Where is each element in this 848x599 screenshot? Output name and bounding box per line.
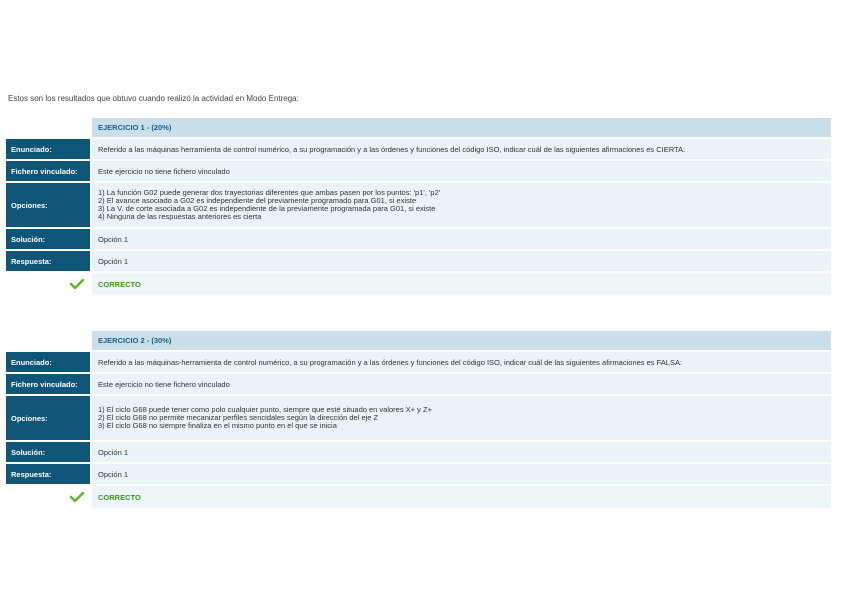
enunciado-row: Enunciado: Referido a las máquinas herra… <box>6 139 831 159</box>
option-item: 4) Ninguna de las respuestas anteriores … <box>98 212 262 221</box>
result-status: CORRECTO <box>92 486 831 508</box>
exercise-1: EJERCICIO 1 - (20%) Enunciado: Referido … <box>6 118 831 297</box>
result-row: CORRECTO <box>6 486 831 508</box>
fichero-value: Este ejercicio no tiene fichero vinculad… <box>92 374 831 394</box>
fichero-value: Este ejercicio no tiene fichero vinculad… <box>92 161 831 181</box>
solucion-value: Opción 1 <box>92 229 831 249</box>
enunciado-value: Referido a las máquinas herramienta de c… <box>92 139 831 159</box>
fichero-label: Fichero vinculado: <box>6 374 90 394</box>
fichero-label: Fichero vinculado: <box>6 161 90 181</box>
respuesta-row: Respuesta: Opción 1 <box>6 464 831 484</box>
respuesta-row: Respuesta: Opción 1 <box>6 251 831 271</box>
exercise-header: EJERCICIO 1 - (20%) <box>6 118 831 137</box>
enunciado-label: Enunciado: <box>6 139 90 159</box>
opciones-row: Opciones: 1) El ciclo G68 puede tener co… <box>6 396 831 440</box>
fichero-row: Fichero vinculado: Este ejercicio no tie… <box>6 161 831 181</box>
opciones-label: Opciones: <box>6 183 90 227</box>
enunciado-label: Enunciado: <box>6 352 90 372</box>
option-item: 3) El ciclo G68 no siempre finaliza en e… <box>98 421 337 430</box>
respuesta-label: Respuesta: <box>6 251 90 271</box>
respuesta-label: Respuesta: <box>6 464 90 484</box>
exercise-header: EJERCICIO 2 - (30%) <box>6 331 831 350</box>
exercise-2: EJERCICIO 2 - (30%) Enunciado: Referido … <box>6 331 831 510</box>
opciones-label: Opciones: <box>6 396 90 440</box>
opciones-list: 1) El ciclo G68 puede tener como polo cu… <box>92 396 831 440</box>
solucion-row: Solución: Opción 1 <box>6 229 831 249</box>
result-row: CORRECTO <box>6 273 831 295</box>
solucion-label: Solución: <box>6 442 90 462</box>
result-status: CORRECTO <box>92 273 831 295</box>
enunciado-value: Referido a las máquinas-herramienta de c… <box>92 352 831 372</box>
respuesta-value: Opción 1 <box>92 464 831 484</box>
enunciado-row: Enunciado: Referido a las máquinas-herra… <box>6 352 831 372</box>
solucion-value: Opción 1 <box>92 442 831 462</box>
solucion-label: Solución: <box>6 229 90 249</box>
opciones-row: Opciones: 1) La función G02 puede genera… <box>6 183 831 227</box>
checkmark-icon <box>70 279 84 289</box>
exercise-title: EJERCICIO 1 - (20%) <box>92 118 831 137</box>
intro-text: Estos son los resultados que obtuvo cuan… <box>8 94 299 103</box>
checkmark-icon <box>70 492 84 502</box>
solucion-row: Solución: Opción 1 <box>6 442 831 462</box>
exercise-title: EJERCICIO 2 - (30%) <box>92 331 831 350</box>
fichero-row: Fichero vinculado: Este ejercicio no tie… <box>6 374 831 394</box>
respuesta-value: Opción 1 <box>92 251 831 271</box>
opciones-list: 1) La función G02 puede generar dos tray… <box>92 183 831 227</box>
